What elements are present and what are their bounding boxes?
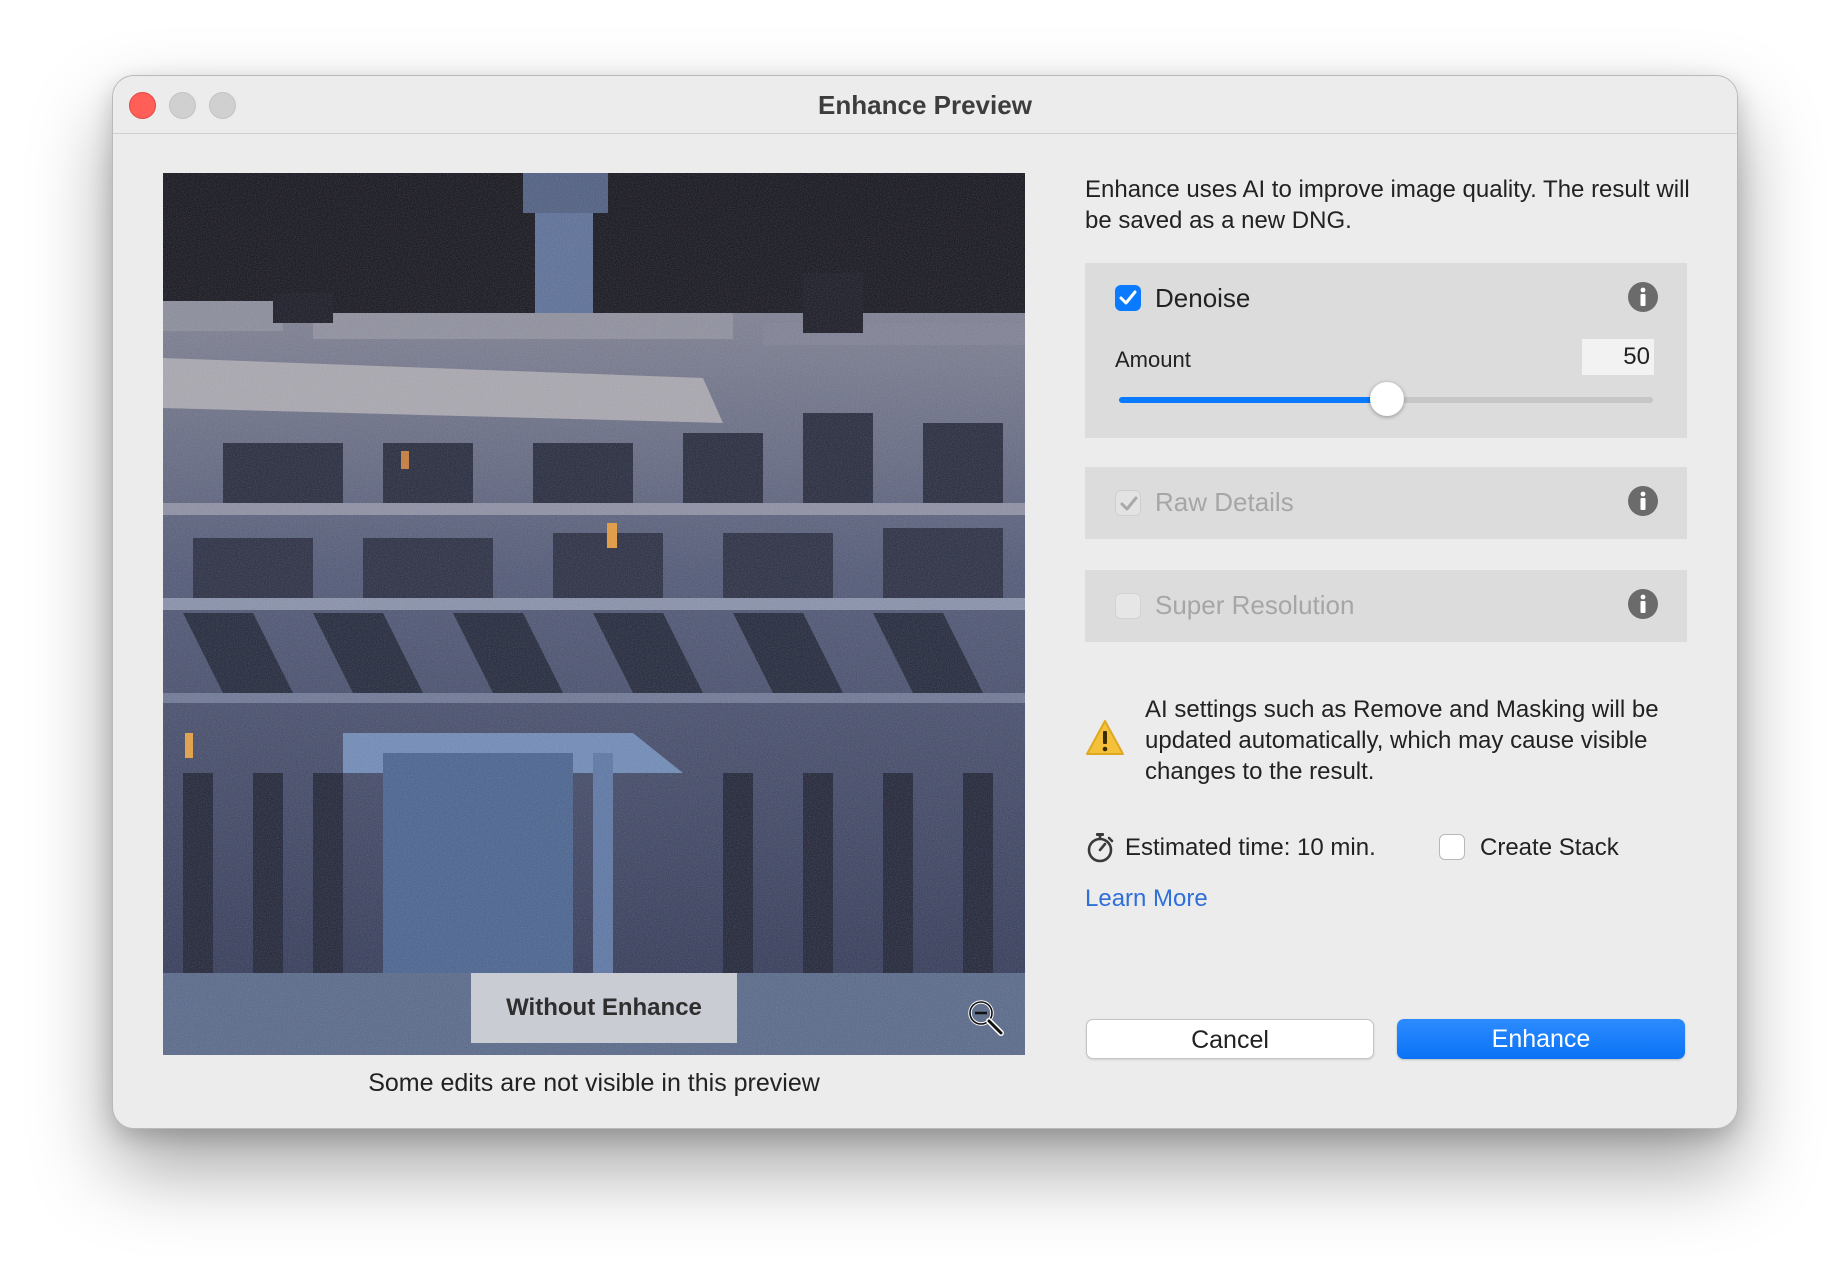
- raw-details-label: Raw Details: [1155, 487, 1294, 517]
- create-stack-label[interactable]: Create Stack: [1480, 834, 1619, 862]
- title-bar: Enhance Preview: [113, 76, 1737, 134]
- amount-label: Amount: [1115, 347, 1191, 372]
- super-resolution-label: Super Resolution: [1155, 590, 1355, 620]
- preview-note: Some edits are not visible in this previ…: [368, 1069, 820, 1097]
- enhance-preview-dialog: Enhance Preview Without Enhance Some edi…: [112, 75, 1738, 1129]
- preview-image[interactable]: Without Enhance: [163, 173, 1025, 1055]
- raw-details-info-icon[interactable]: [1627, 485, 1659, 517]
- estimated-time: Estimated time: 10 min.: [1125, 834, 1376, 861]
- denoise-label: Denoise: [1155, 283, 1251, 313]
- enhance-description: Enhance uses AI to improve image quality…: [1085, 176, 1690, 234]
- without-enhance-toggle[interactable]: Without Enhance: [471, 973, 737, 1043]
- amount-slider-thumb[interactable]: [1370, 382, 1404, 416]
- checkmark-icon: [1120, 496, 1138, 511]
- cancel-button[interactable]: Cancel: [1086, 1019, 1374, 1059]
- warning-icon: [1086, 720, 1124, 755]
- amount-slider-fill: [1119, 397, 1386, 403]
- ai-settings-warning: AI settings such as Remove and Masking w…: [1145, 696, 1659, 785]
- raw-details-checkbox[interactable]: [1115, 490, 1141, 516]
- stopwatch-icon: [1087, 833, 1114, 863]
- amount-value-field[interactable]: 50: [1582, 339, 1654, 375]
- denoise-section: Denoise Amount 50: [1085, 263, 1687, 438]
- raw-details-section: Raw Details: [1085, 467, 1687, 539]
- super-resolution-section: Super Resolution: [1085, 570, 1687, 642]
- learn-more-link[interactable]: Learn More: [1085, 885, 1208, 913]
- create-stack-checkbox[interactable]: [1439, 834, 1465, 860]
- enhance-button[interactable]: Enhance: [1397, 1019, 1685, 1059]
- preview-photo: [163, 173, 1025, 1055]
- checkmark-icon: [1119, 290, 1137, 305]
- denoise-info-icon[interactable]: [1627, 281, 1659, 313]
- super-resolution-info-icon[interactable]: [1627, 588, 1659, 620]
- window-title: Enhance Preview: [818, 90, 1032, 120]
- super-resolution-checkbox[interactable]: [1115, 593, 1141, 619]
- denoise-checkbox[interactable]: [1115, 285, 1141, 311]
- zoom-out-icon[interactable]: [965, 997, 1005, 1037]
